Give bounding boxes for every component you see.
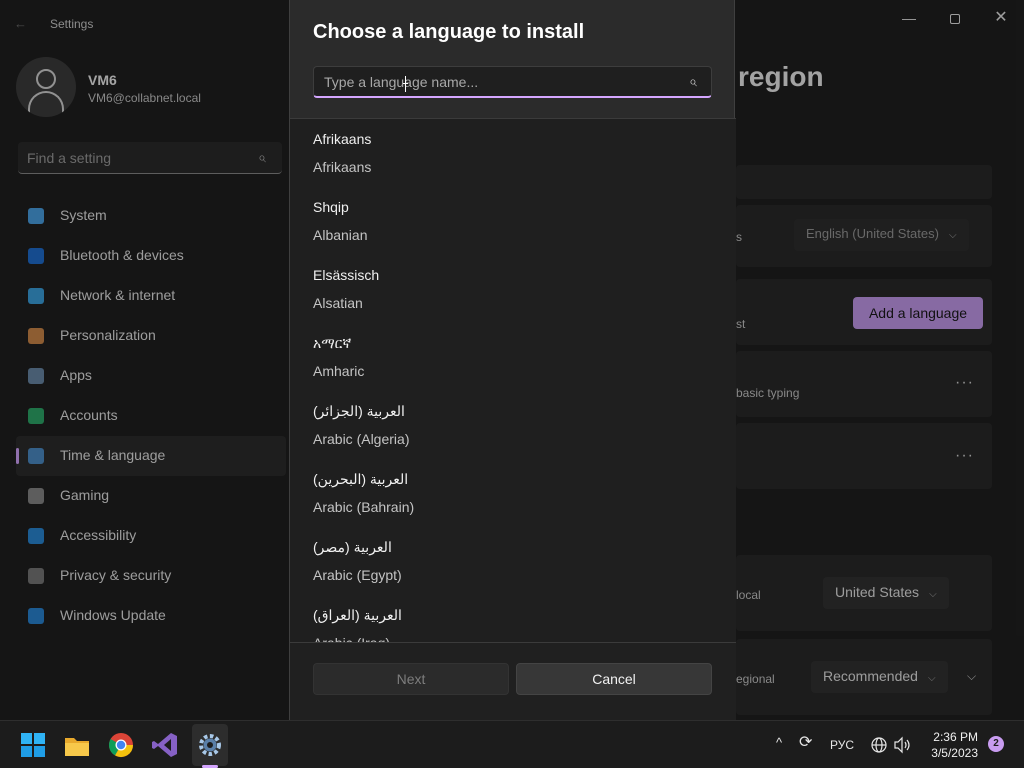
language-english-name: Arabic (Bahrain) <box>313 499 415 515</box>
text-cursor-icon <box>403 76 409 92</box>
list-item[interactable]: العربية (البحرين) Arabic (Bahrain) <box>290 459 736 527</box>
volume-icon[interactable] <box>893 736 913 754</box>
choose-language-dialog: Choose a language to install ⌕ Afrikaans… <box>289 0 736 720</box>
network-globe-icon[interactable] <box>870 736 888 754</box>
cancel-button[interactable]: Cancel <box>516 663 712 695</box>
start-icon[interactable] <box>18 730 48 760</box>
language-native-name: አማርኛ <box>313 335 352 351</box>
language-english-name: Arabic (Egypt) <box>313 567 402 583</box>
language-english-name: Arabic (Iraq) <box>313 635 390 642</box>
language-search-input[interactable] <box>313 66 712 98</box>
list-item[interactable]: Elsässisch Alsatian <box>290 255 736 323</box>
language-native-name: Shqip <box>313 199 349 215</box>
list-item[interactable]: Afrikaans Afrikaans <box>290 119 736 187</box>
list-item[interactable]: አማርኛ Amharic <box>290 323 736 391</box>
dialog-title: Choose a language to install <box>313 21 585 43</box>
taskbar: ^ ⟳ РУС 2:36 PM 3/5/2023 2 <box>0 720 1024 768</box>
notification-badge[interactable]: 2 <box>988 736 1004 752</box>
language-list[interactable]: Afrikaans Afrikaans Shqip Albanian Elsässisc… <box>290 119 736 642</box>
settings-icon[interactable] <box>195 730 225 760</box>
dialog-footer: Next Cancel <box>290 642 736 720</box>
language-native-name: Afrikaans <box>313 131 372 147</box>
language-native-name: العربية (العراق) <box>313 607 402 623</box>
language-native-name: Elsässisch <box>313 267 380 283</box>
language-native-name: العربية (البحرين) <box>313 471 409 487</box>
language-native-name: العربية (الجزائر) <box>313 403 405 419</box>
list-item[interactable]: العربية (مصر) Arabic (Egypt) <box>290 527 736 595</box>
language-english-name: Afrikaans <box>313 159 372 175</box>
visual-studio-icon[interactable] <box>150 730 180 760</box>
language-native-name: العربية (مصر) <box>313 539 392 555</box>
list-item[interactable]: العربية (الجزائر) Arabic (Algeria) <box>290 391 736 459</box>
language-english-name: Amharic <box>313 363 365 379</box>
search-icon: ⌕ <box>689 73 697 89</box>
list-item[interactable]: Shqip Albanian <box>290 187 736 255</box>
language-english-name: Albanian <box>313 227 368 243</box>
show-hidden-icons-icon[interactable]: ^ <box>776 735 782 750</box>
keyboard-layout-indicator[interactable]: РУС <box>830 738 854 752</box>
next-button[interactable]: Next <box>313 663 509 695</box>
clock-time[interactable]: 2:36 PM <box>928 730 978 744</box>
file-explorer-icon[interactable] <box>62 730 92 760</box>
list-item[interactable]: العربية (العراق) Arabic (Iraq) <box>290 595 736 642</box>
language-english-name: Alsatian <box>313 295 363 311</box>
chrome-icon[interactable] <box>106 730 136 760</box>
clock-date[interactable]: 3/5/2023 <box>924 746 978 760</box>
sync-icon[interactable]: ⟳ <box>799 732 812 752</box>
language-english-name: Arabic (Algeria) <box>313 431 410 447</box>
